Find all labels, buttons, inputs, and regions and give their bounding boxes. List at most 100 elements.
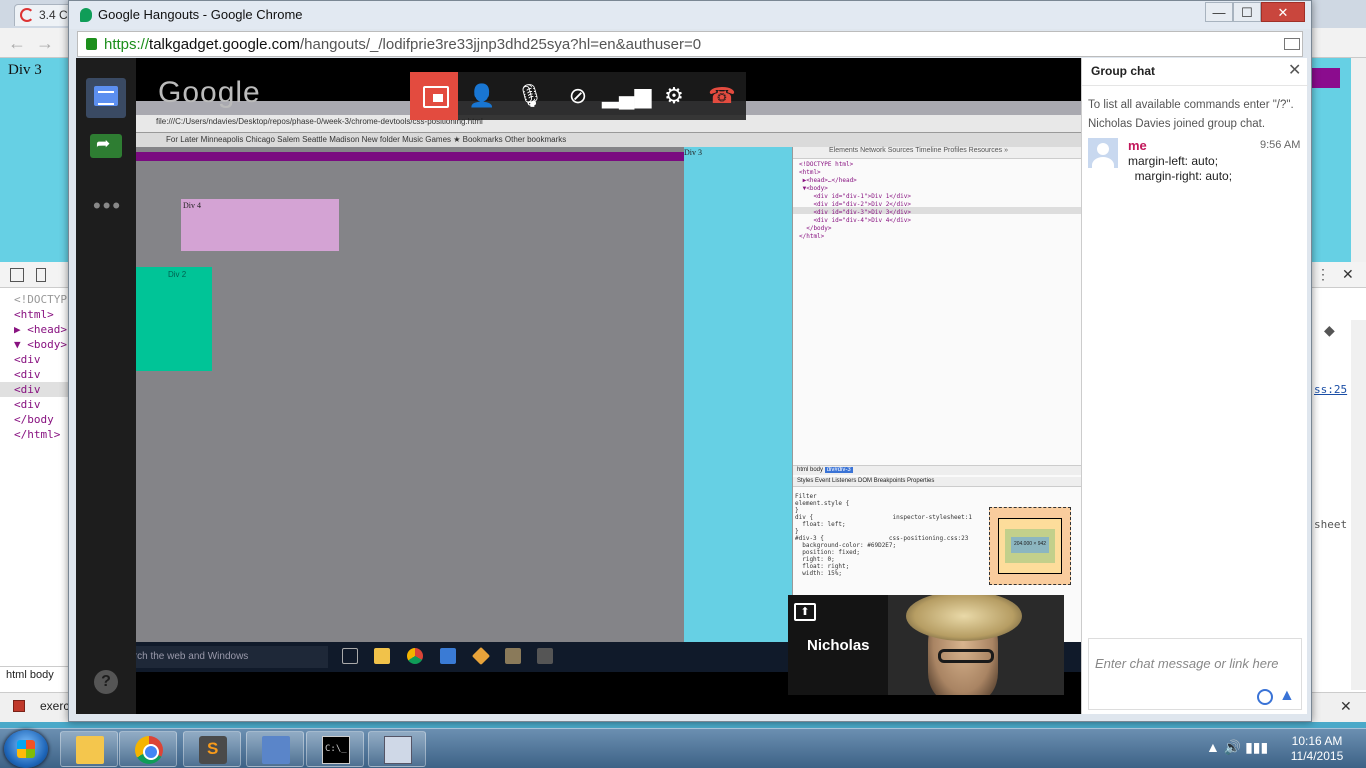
drive-icon[interactable]: ▲ (1279, 687, 1295, 705)
avatar (1088, 138, 1118, 168)
notepad-icon (440, 648, 456, 664)
app-icon (537, 648, 553, 664)
video-off-button[interactable]: ⊘ (554, 72, 602, 120)
fullscreen-icon[interactable] (1284, 38, 1300, 50)
minimize-button[interactable]: — (1205, 2, 1233, 22)
address-bar[interactable]: https://talkgadget.google.com/hangouts/_… (77, 31, 1303, 57)
background-div3-text: Div 3 (8, 62, 42, 78)
close-window-button[interactable]: ✕ (1261, 2, 1305, 22)
background-stylesheet-link[interactable]: ss:25 (1314, 383, 1347, 396)
window-title: Google Hangouts - Google Chrome (98, 7, 303, 22)
back-arrow-icon[interactable]: ← (8, 33, 26, 54)
inspect-element-icon[interactable] (10, 268, 24, 282)
command-prompt-icon (322, 736, 350, 764)
taskbar-sublime[interactable] (183, 731, 241, 767)
chat-divider (1082, 85, 1308, 86)
background-sheet-label: sheet (1314, 518, 1348, 531)
background-page-scrollbar[interactable] (1351, 58, 1366, 262)
chat-input[interactable] (1089, 639, 1301, 687)
code-line[interactable]: ▼ <body> (14, 337, 74, 352)
more-options-icon[interactable]: ⋮ (1316, 266, 1330, 283)
background-styles-scrollbar[interactable] (1351, 320, 1366, 690)
device-mode-icon[interactable] (36, 268, 46, 282)
clock-time: 10:16 AM (1291, 734, 1343, 748)
system-tray-icons[interactable]: ▲ 🔊 ▮▮▮ (1206, 739, 1268, 756)
background-elements-tree: <!DOCTYPE <html> ▶ <head> ▼ <body> <div <di… (0, 292, 74, 442)
code-line[interactable]: <div (14, 367, 74, 382)
taskbar-paint[interactable] (368, 731, 426, 767)
code-line[interactable]: <div (14, 352, 74, 367)
code-line[interactable]: <div (14, 397, 74, 412)
chat-system-message: To list all available commands enter "/?… (1088, 99, 1294, 111)
screen-share-icon[interactable] (90, 134, 122, 158)
maximize-button[interactable]: ☐ (1233, 2, 1261, 22)
more-options-icon[interactable]: ••• (93, 193, 122, 219)
forward-arrow-icon[interactable]: → (36, 33, 54, 54)
hang-up-button[interactable]: ☎ (698, 72, 746, 120)
chat-message-text: margin-left: auto; margin-right: auto; (1128, 154, 1233, 183)
shared-styles-tabs: Styles Event Listeners DOM Breakpoints P… (793, 477, 1081, 487)
glasses-icon (938, 649, 994, 663)
background-breadcrumbs[interactable]: html body (0, 666, 70, 684)
url-text[interactable]: https://talkgadget.google.com/hangouts/_… (104, 36, 701, 53)
hangouts-side-rail: ••• ? (76, 58, 136, 714)
chat-icon[interactable] (86, 78, 126, 118)
windows-taskbar: ▲ 🔊 ▮▮▮ 10:16 AM 11/4/2015 (0, 728, 1366, 768)
code-line[interactable]: <div (0, 382, 70, 397)
chat-sender: me (1128, 138, 1147, 153)
lock-icon (86, 38, 97, 50)
chat-system-message: Nicholas Davies joined group chat. (1088, 118, 1266, 130)
background-purple-block (1312, 68, 1340, 88)
background-tab-title: 3.4 C (39, 8, 68, 22)
participant-name: Nicholas (807, 637, 870, 654)
invite-people-button[interactable]: 👤 (458, 72, 506, 120)
download-item-label[interactable]: exerc (40, 699, 69, 713)
hangouts-icon (80, 8, 92, 22)
participant-video[interactable] (888, 595, 1064, 695)
shared-css-rules: Filter element.style { } div { inspector… (795, 493, 973, 577)
code-line[interactable]: </html> (14, 427, 74, 442)
self-tile: ⬆ Nicholas (788, 595, 888, 695)
code-line[interactable]: <!DOCTYPE (14, 292, 74, 307)
code-line[interactable]: <html> (14, 307, 74, 322)
folder-icon (76, 736, 104, 764)
clock-date: 11/4/2015 (1290, 749, 1344, 763)
code-line[interactable]: </body (14, 412, 74, 427)
chat-title: Group chat (1091, 64, 1156, 78)
bandwidth-button[interactable]: ▂▄▆ (602, 72, 651, 120)
close-download-bar-icon[interactable]: ✕ (1340, 698, 1352, 715)
settings-button[interactable]: ⚙ (650, 72, 698, 120)
taskbar-control-panel[interactable] (246, 731, 304, 767)
google-logo: Google (158, 76, 261, 109)
task-view-icon (342, 648, 358, 664)
upload-icon[interactable]: ⬆ (794, 603, 816, 621)
close-devtools-icon[interactable]: ✕ (1342, 266, 1354, 283)
chat-input-box: ▲ (1088, 638, 1302, 710)
shared-elements-code: <!DOCTYPE html> <html> ▶<head>…</head> ▼… (799, 161, 911, 240)
paint-icon (384, 736, 412, 764)
taskbar-command-prompt[interactable] (306, 731, 364, 767)
file-explorer-icon (374, 648, 390, 664)
taskbar-explorer[interactable] (60, 731, 118, 767)
shared-search-box: Search the web and Windows (106, 646, 328, 668)
close-chat-icon[interactable]: ✕ (1288, 60, 1301, 80)
clock[interactable]: 10:16 AM 11/4/2015 (1284, 734, 1350, 764)
code-line[interactable]: ▶ <head> (14, 322, 74, 337)
taskbar-chrome[interactable] (119, 731, 177, 767)
video-call-area: file:///C:/Users/ndavies/Desktop/repos/p… (76, 58, 1081, 714)
screen-share-pip-button[interactable] (410, 72, 458, 120)
participant-hair (906, 595, 1022, 641)
help-icon[interactable]: ? (94, 670, 118, 694)
shared-breadcrumbs: html body div#div-3 (793, 465, 1081, 475)
group-chat-panel: Group chat ✕ To list all available comma… (1081, 58, 1308, 714)
smiley-icon[interactable] (1257, 689, 1273, 705)
chrome-icon (135, 736, 163, 764)
shared-page: Div 4 Div 2 (106, 147, 684, 642)
git-icon (471, 646, 491, 666)
style-toggle-icon[interactable]: ◆ (1324, 322, 1335, 339)
hangouts-window: Google Hangouts - Google Chrome — ☐ ✕ ht… (68, 0, 1312, 722)
mute-mic-button[interactable]: 🎙 (506, 72, 554, 120)
chat-timestamp: 9:56 AM (1260, 139, 1301, 151)
sublime-text-icon (199, 736, 227, 764)
start-button[interactable] (4, 730, 48, 768)
